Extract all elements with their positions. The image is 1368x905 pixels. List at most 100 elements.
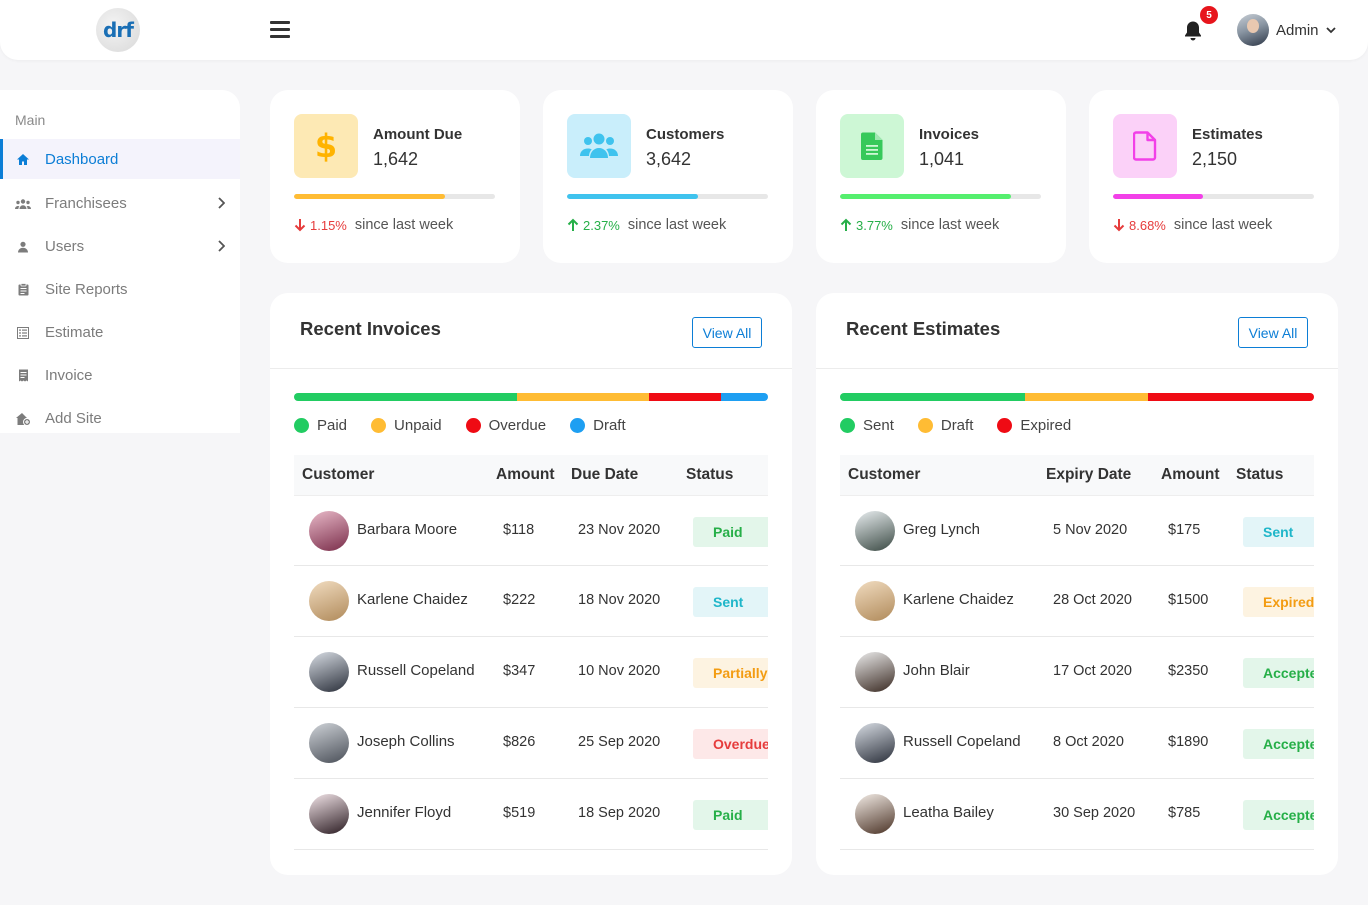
table-row[interactable]: Russell Copeland 8 Oct 2020 $1890 Accepted xyxy=(840,708,1314,779)
legend-item-expired: Expired xyxy=(997,417,1071,434)
sidebar-item-franchisees[interactable]: Franchisees xyxy=(0,182,240,225)
trend-label: since last week xyxy=(627,217,727,233)
sidebar-item-label: Users xyxy=(45,238,85,255)
bar-segment-unpaid xyxy=(516,393,650,401)
avatar xyxy=(855,723,895,763)
table-header: Customer Amount Due Date Status xyxy=(294,455,768,495)
file-icon xyxy=(1113,114,1177,178)
home-icon xyxy=(15,151,31,167)
view-all-invoices-button[interactable]: View All xyxy=(692,317,762,348)
table-row[interactable]: Karlene Chaidez 28 Oct 2020 $1500 Expired xyxy=(840,566,1314,637)
avatar xyxy=(309,794,349,834)
top-header: drf 5 Admin xyxy=(0,0,1368,60)
amount-cell: $118 xyxy=(503,522,535,538)
trend-percent: 2.37% xyxy=(583,217,620,233)
stat-value: 3,642 xyxy=(646,149,692,169)
table-row[interactable]: Leatha Bailey 30 Sep 2020 $785 Accepted xyxy=(840,779,1314,850)
arrow-down-icon xyxy=(294,219,306,232)
avatar xyxy=(309,723,349,763)
legend-label: Draft xyxy=(593,417,626,434)
add-site-icon xyxy=(15,411,31,427)
due-date-cell: 18 Nov 2020 xyxy=(578,592,661,608)
estimate-legend: Sent Draft Expired xyxy=(840,417,1095,434)
sidebar-item-site-reports[interactable]: Site Reports xyxy=(0,268,240,311)
table-row[interactable]: Barbara Moore $118 23 Nov 2020 Paid xyxy=(294,495,768,566)
amount-cell: $1890 xyxy=(1168,734,1209,750)
table-row[interactable]: Karlene Chaidez $222 18 Nov 2020 Sent xyxy=(294,566,768,637)
customer-name[interactable]: Joseph Collins xyxy=(357,733,455,750)
customer-name[interactable]: Leatha Bailey xyxy=(903,804,994,821)
chevron-right-icon xyxy=(218,197,225,209)
customer-name[interactable]: Karlene Chaidez xyxy=(357,591,468,608)
legend-item-draft: Draft xyxy=(917,417,973,434)
customer-name[interactable]: Jennifer Floyd xyxy=(357,804,451,821)
stat-value: 2,150 xyxy=(1192,149,1238,169)
status-badge: Sent xyxy=(693,587,768,617)
stat-label: Amount Due xyxy=(373,126,463,143)
customer-name[interactable]: Greg Lynch xyxy=(903,521,980,538)
status-badge: Expired xyxy=(1243,587,1314,617)
bar-segment-paid xyxy=(294,393,517,401)
stat-progress-fill xyxy=(567,194,698,199)
status-badge: Paid xyxy=(693,800,768,830)
legend-item-paid: Paid xyxy=(294,417,347,434)
legend-label: Paid xyxy=(317,417,348,434)
bell-icon[interactable] xyxy=(1183,20,1203,42)
expiry-date-cell: 28 Oct 2020 xyxy=(1053,592,1132,608)
customer-name[interactable]: John Blair xyxy=(903,662,970,679)
sidebar-item-invoice[interactable]: Invoice xyxy=(0,354,240,397)
estimate-status-bar xyxy=(840,393,1314,401)
sidebar-item-estimate[interactable]: Estimate xyxy=(0,311,240,354)
stat-progress-bar xyxy=(294,194,495,199)
due-date-cell: 23 Nov 2020 xyxy=(578,522,661,538)
customer-name[interactable]: Barbara Moore xyxy=(357,521,457,538)
sidebar-item-label: Site Reports xyxy=(45,281,128,298)
stat-value: 1,041 xyxy=(919,149,965,169)
sidebar-item-users[interactable]: Users xyxy=(0,225,240,268)
view-all-estimates-button[interactable]: View All xyxy=(1238,317,1308,348)
user-icon xyxy=(15,239,31,255)
table-row[interactable]: Joseph Collins $826 25 Sep 2020 Overdue xyxy=(294,708,768,779)
trend-label: since last week xyxy=(1173,217,1273,233)
amount-cell: $2350 xyxy=(1168,663,1209,679)
expiry-date-cell: 8 Oct 2020 xyxy=(1053,734,1124,750)
table-row[interactable]: Greg Lynch 5 Nov 2020 $175 Sent xyxy=(840,495,1314,566)
table-row[interactable]: John Blair 17 Oct 2020 $2350 Accepted xyxy=(840,637,1314,708)
expiry-date-cell: 17 Oct 2020 xyxy=(1053,663,1132,679)
legend-label: Expired xyxy=(1020,417,1072,434)
clipboard-icon xyxy=(15,282,31,298)
customer-name[interactable]: Karlene Chaidez xyxy=(903,591,1014,608)
trend-percent: 8.68% xyxy=(1129,217,1166,233)
stat-progress-bar xyxy=(840,194,1041,199)
table-row[interactable]: Jennifer Floyd $519 18 Sep 2020 Paid xyxy=(294,779,768,850)
user-menu[interactable]: Admin xyxy=(1237,14,1336,46)
chevron-down-icon xyxy=(1325,27,1336,34)
table-header: Customer Expiry Date Amount Status xyxy=(840,455,1314,495)
due-date-cell: 10 Nov 2020 xyxy=(578,663,661,679)
column-header: Status xyxy=(686,466,734,483)
sidebar-item-dashboard[interactable]: Dashboard xyxy=(0,139,240,179)
status-badge: Partially xyxy=(693,658,768,688)
recent-invoices-panel: Recent Invoices View All Paid Unpaid Ove… xyxy=(270,293,792,875)
receipt-icon xyxy=(15,368,31,384)
sidebar-item-label: Dashboard xyxy=(45,150,119,168)
arrow-up-icon xyxy=(567,218,579,231)
amount-cell: $222 xyxy=(503,592,536,608)
avatar xyxy=(309,652,349,692)
sidebar-item-add-site[interactable]: Add Site xyxy=(0,397,240,440)
legend-item-sent: Sent xyxy=(840,417,894,434)
dollar-icon: $ xyxy=(294,114,358,178)
menu-toggle-button[interactable] xyxy=(270,21,290,38)
stat-label: Estimates xyxy=(1192,126,1263,143)
brand-logo[interactable]: drf xyxy=(96,8,140,52)
table-row[interactable]: Russell Copeland $347 10 Nov 2020 Partially xyxy=(294,637,768,708)
column-header: Customer xyxy=(848,466,921,483)
legend-item-unpaid: Unpaid xyxy=(371,417,442,434)
amount-cell: $519 xyxy=(503,805,536,821)
divider xyxy=(270,368,792,369)
customer-name[interactable]: Russell Copeland xyxy=(357,662,475,679)
stat-label: Customers xyxy=(646,126,725,143)
legend-label: Overdue xyxy=(488,417,547,434)
amount-cell: $785 xyxy=(1168,805,1201,821)
customer-name[interactable]: Russell Copeland xyxy=(903,733,1021,750)
